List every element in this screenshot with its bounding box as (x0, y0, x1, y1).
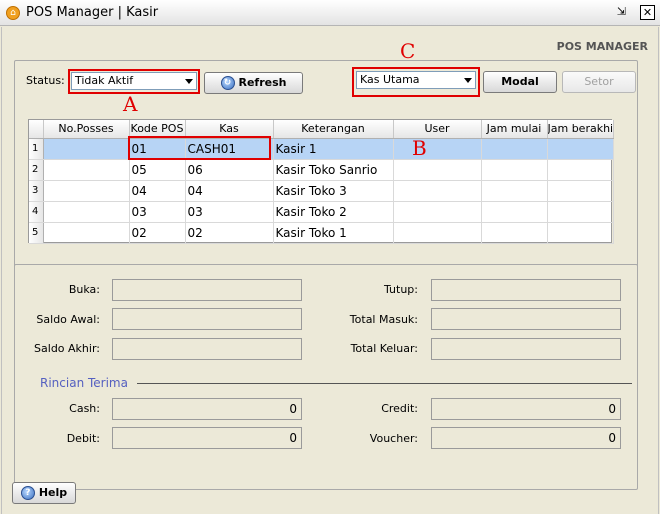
table-cell[interactable] (547, 180, 614, 202)
table-cell[interactable]: 04 (185, 180, 274, 202)
section-divider (137, 383, 632, 384)
total-keluar-label: Total Keluar: (350, 342, 418, 355)
saldo-awal-label: Saldo Awal: (36, 313, 100, 326)
table-cell[interactable]: Kasir Toko 3 (273, 180, 394, 202)
voucher-label: Voucher: (369, 432, 418, 445)
table-cell[interactable]: 03 (129, 201, 186, 223)
table-cell[interactable]: 03 (185, 201, 274, 223)
column-header[interactable]: Keterangan (273, 120, 394, 139)
table-cell[interactable] (393, 222, 482, 244)
status-label: Status: (26, 74, 65, 87)
session-table: No.Posses Kode POS Kas Keterangan User J… (29, 120, 614, 244)
tutup-label: Tutup: (384, 283, 418, 296)
help-button-label: Help (38, 486, 68, 499)
window-title: POS Manager | Kasir (26, 5, 159, 20)
table-cell[interactable] (481, 180, 548, 202)
table-row[interactable]: 2 05 06 Kasir Toko Sanrio (29, 159, 614, 181)
restore-icon[interactable]: ⇲ (614, 5, 629, 20)
table-row[interactable]: 1 01 CASH01 Kasir 1 (29, 138, 614, 160)
annotation-letter-a: A (123, 92, 138, 116)
refresh-icon: ↻ (220, 76, 235, 90)
saldo-akhir-label: Saldo Akhir: (34, 342, 100, 355)
table-cell[interactable]: 05 (129, 159, 186, 181)
voucher-field: 0 (431, 427, 621, 449)
table-row[interactable]: 3 04 04 Kasir Toko 3 (29, 180, 614, 202)
tutup-field (431, 279, 621, 301)
modal-button-label: Modal (501, 75, 539, 88)
credit-label: Credit: (381, 402, 418, 415)
help-button[interactable]: ? Help (12, 482, 76, 504)
refresh-button[interactable]: ↻ Refresh (204, 72, 303, 94)
table-row[interactable]: 5 02 02 Kasir Toko 1 (29, 222, 614, 244)
table-cell[interactable] (43, 201, 130, 223)
help-icon: ? (20, 486, 35, 500)
row-number: 5 (29, 222, 44, 244)
table-cell[interactable] (393, 159, 482, 181)
refresh-button-label: Refresh (238, 76, 287, 89)
buka-label: Buka: (68, 283, 100, 296)
table-cell[interactable]: Kasir 1 (273, 138, 394, 160)
cash-field: 0 (112, 398, 302, 420)
table-cell[interactable]: Kasir Toko 1 (273, 222, 394, 244)
close-icon[interactable]: ✕ (640, 5, 655, 20)
table-cell[interactable] (481, 159, 548, 181)
table-cell[interactable] (481, 222, 548, 244)
annotation-letter-b: B (412, 136, 427, 160)
table-cell[interactable] (547, 138, 614, 160)
saldo-akhir-field (112, 338, 302, 360)
row-number: 2 (29, 159, 44, 181)
table-cell[interactable] (43, 222, 130, 244)
table-cell[interactable] (43, 180, 130, 202)
total-masuk-label: Total Masuk: (349, 313, 418, 326)
table-cell[interactable] (547, 222, 614, 244)
total-masuk-field (431, 308, 621, 330)
saldo-awal-field (112, 308, 302, 330)
table-cell[interactable]: 06 (185, 159, 274, 181)
table-header-row: No.Posses Kode POS Kas Keterangan User J… (29, 120, 614, 139)
table-cell[interactable]: 02 (129, 222, 186, 244)
column-header[interactable]: Jam berakhir (547, 120, 614, 139)
brand-label: POS MANAGER (556, 40, 648, 53)
table-cell[interactable] (43, 159, 130, 181)
annotation-box-a (68, 69, 200, 94)
annotation-box-c (352, 67, 480, 97)
debit-field: 0 (112, 427, 302, 449)
annotation-box-b (128, 136, 271, 160)
column-header-rownum (29, 120, 44, 139)
setor-button[interactable]: Setor (562, 71, 636, 93)
column-header[interactable]: User (393, 120, 482, 139)
modal-button[interactable]: Modal (483, 71, 557, 93)
table-cell[interactable]: Kasir Toko 2 (273, 201, 394, 223)
table-cell[interactable] (393, 138, 482, 160)
debit-label: Debit: (66, 432, 100, 445)
row-number: 3 (29, 180, 44, 202)
table-cell[interactable] (43, 138, 130, 160)
table-cell[interactable]: 02 (185, 222, 274, 244)
session-grid: No.Posses Kode POS Kas Keterangan User J… (28, 119, 614, 244)
table-cell[interactable] (393, 201, 482, 223)
table-cell[interactable]: Kasir Toko Sanrio (273, 159, 394, 181)
row-number: 1 (29, 138, 44, 160)
app-logo-icon: ⌂ (6, 6, 20, 20)
annotation-letter-c: C (400, 39, 416, 63)
table-row[interactable]: 4 03 03 Kasir Toko 2 (29, 201, 614, 223)
table-cell[interactable] (393, 180, 482, 202)
column-header[interactable]: No.Posses (43, 120, 130, 139)
rincian-terima-title: Rincian Terima (40, 376, 128, 390)
table-cell[interactable] (547, 159, 614, 181)
row-number: 4 (29, 201, 44, 223)
setor-button-label: Setor (584, 75, 614, 88)
total-keluar-field (431, 338, 621, 360)
table-cell[interactable] (481, 138, 548, 160)
cash-label: Cash: (69, 402, 100, 415)
credit-field: 0 (431, 398, 621, 420)
column-header[interactable]: Jam mulai (481, 120, 548, 139)
buka-field (112, 279, 302, 301)
table-cell[interactable] (547, 201, 614, 223)
table-cell[interactable] (481, 201, 548, 223)
title-bar: ⌂ POS Manager | Kasir ⇲ ✕ (0, 0, 660, 26)
table-cell[interactable]: 04 (129, 180, 186, 202)
